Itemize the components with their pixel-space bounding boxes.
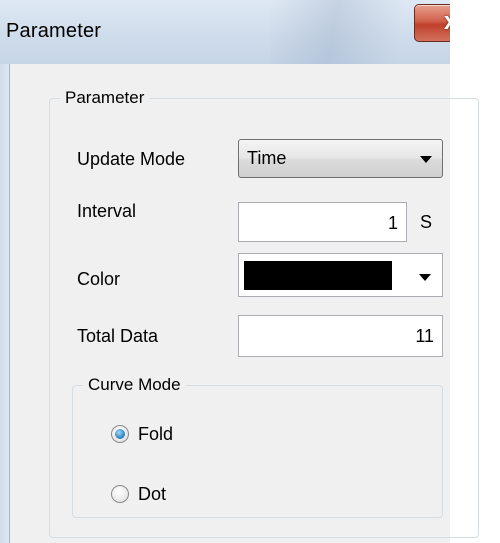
- window-title: Parameter: [6, 20, 102, 42]
- interval-input[interactable]: 1: [238, 202, 407, 242]
- title-bar[interactable]: Parameter x: [0, 0, 450, 64]
- chevron-down-icon: [420, 156, 432, 163]
- curve-mode-group-legend: Curve Mode: [83, 374, 186, 396]
- total-data-label: Total Data: [77, 326, 159, 346]
- parameter-dialog: Parameter x Parameter Update Mode Time I…: [0, 0, 500, 543]
- interval-value: 1: [387, 213, 398, 233]
- title-bar-glass: [270, 0, 430, 64]
- interval-label: Interval: [77, 201, 137, 221]
- color-label: Color: [77, 269, 121, 289]
- total-data-value: 11: [415, 326, 434, 346]
- chevron-down-icon: [419, 274, 431, 281]
- update-mode-label: Update Mode: [77, 149, 186, 169]
- interval-unit: S: [420, 212, 433, 232]
- color-swatch: [244, 261, 392, 290]
- parameter-group-legend: Parameter: [60, 87, 150, 109]
- dialog-client-area: Parameter Update Mode Time Interval 1 S …: [9, 64, 479, 543]
- fold-radio[interactable]: [111, 425, 129, 443]
- total-data-input[interactable]: 11: [238, 315, 443, 357]
- dot-radio-label[interactable]: Dot: [138, 483, 166, 505]
- color-picker-dropdown[interactable]: [238, 253, 443, 297]
- fold-radio-label[interactable]: Fold: [138, 423, 173, 445]
- update-mode-dropdown[interactable]: Time: [238, 139, 443, 178]
- close-icon: x: [415, 9, 450, 35]
- dot-radio[interactable]: [111, 485, 129, 503]
- update-mode-value: Time: [247, 148, 287, 168]
- close-button[interactable]: x: [414, 4, 450, 42]
- window-frame-left: [0, 64, 9, 543]
